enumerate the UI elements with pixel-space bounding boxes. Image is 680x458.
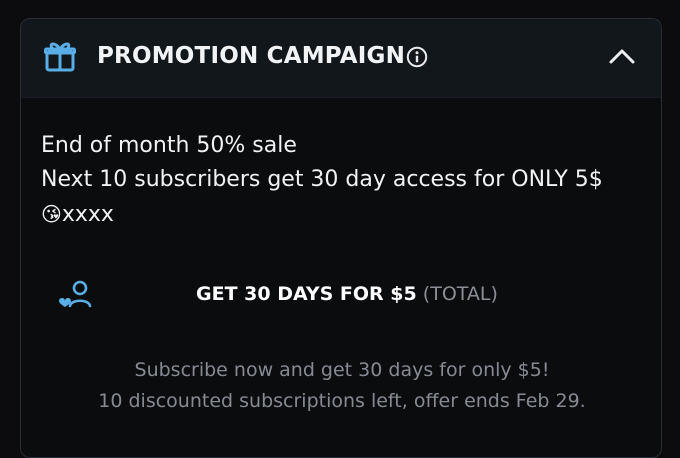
promotion-line-2: Next 10 subscribers get 30 day access fo… [41, 167, 603, 192]
promotion-message: End of month 50% sale Next 10 subscriber… [41, 129, 603, 232]
offer-description: Subscribe now and get 30 days for only $… [21, 355, 661, 417]
section-title: PROMOTION CAMPAIGN [97, 43, 406, 69]
offer-price-text: GET 30 DAYS FOR $5 [196, 283, 417, 305]
offer-label: GET 30 DAYS FOR $5 (TOTAL) [196, 283, 498, 305]
chevron-up-icon[interactable] [609, 47, 635, 65]
subscription-offer[interactable]: GET 30 DAYS FOR $5 (TOTAL) [55, 277, 615, 317]
promotion-line-3-text: xxxx [61, 202, 114, 227]
promotion-line-3: 😘xxxx [41, 197, 603, 232]
promotion-campaign-card: PROMOTION CAMPAIGN End of month 50% sale… [20, 18, 662, 458]
subscriber-icon [59, 280, 92, 308]
info-icon[interactable] [406, 46, 428, 68]
offer-description-line-2: 10 discounted subscriptions left, offer … [98, 390, 586, 412]
offer-total-text: (TOTAL) [422, 283, 498, 305]
kissing-face-emoji: 😘 [41, 202, 62, 226]
offer-description-line-1: Subscribe now and get 30 days for only $… [134, 359, 550, 381]
promotion-line-1: End of month 50% sale [41, 133, 297, 158]
gift-icon [44, 42, 76, 72]
promotion-campaign-header[interactable]: PROMOTION CAMPAIGN [21, 19, 661, 98]
